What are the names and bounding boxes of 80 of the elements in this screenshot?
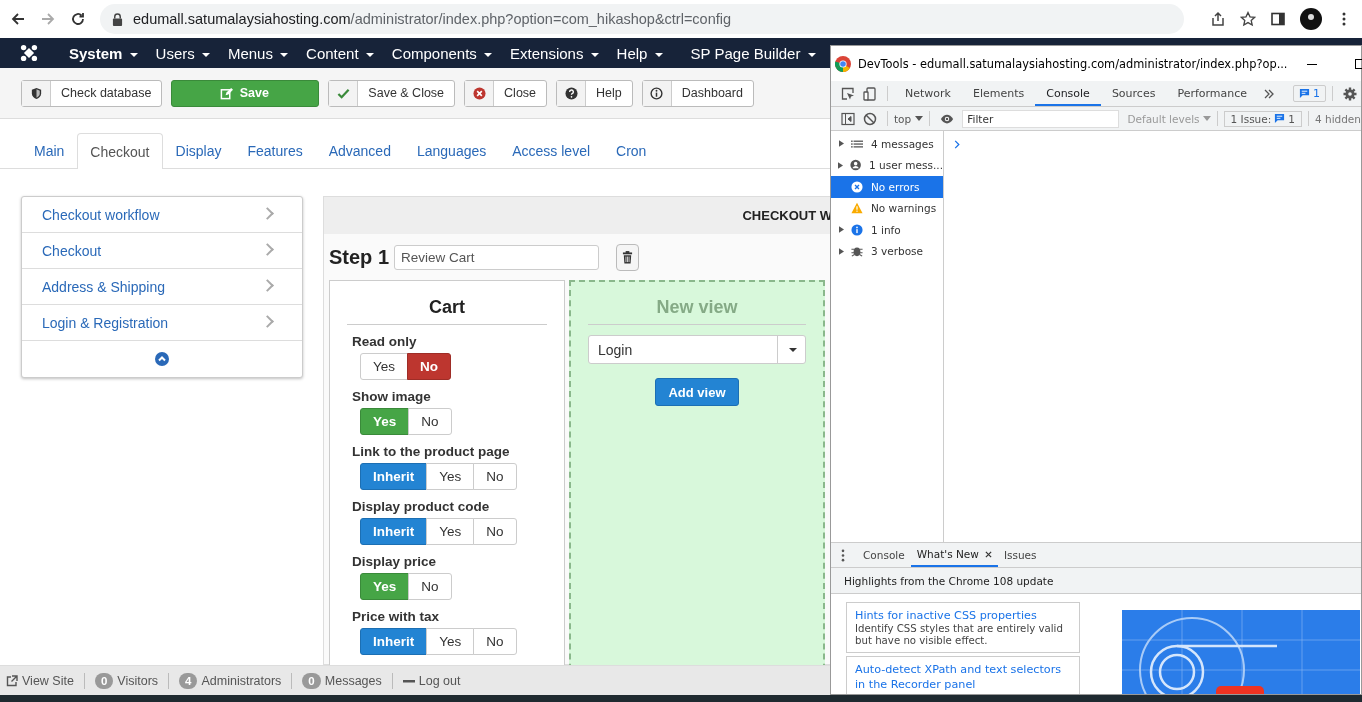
- setting-label: Show image: [352, 389, 432, 405]
- drawer-tab[interactable]: Issues: [997, 543, 1043, 567]
- feature-title[interactable]: Auto-detect XPath and text selectors in the Recorder panel: [855, 661, 1071, 692]
- nav-menu-item[interactable]: Users: [146, 44, 219, 62]
- toolbar-button[interactable]: Close: [464, 79, 548, 107]
- toggle-option[interactable]: No: [408, 573, 452, 600]
- toggle-option[interactable]: No: [473, 518, 517, 545]
- toggle-option[interactable]: No: [473, 463, 517, 490]
- devtools-tab[interactable]: Network: [894, 81, 962, 106]
- toggle-option[interactable]: Inherit: [360, 518, 428, 545]
- devtools-tab[interactable]: Performance: [1166, 81, 1259, 106]
- context-select[interactable]: top: [894, 112, 924, 125]
- toggle-option[interactable]: Inherit: [360, 463, 428, 490]
- sidebar-item[interactable]: Login & Registration: [22, 305, 302, 341]
- view-title: New view: [588, 282, 806, 325]
- setting-label: Display product code: [352, 499, 491, 515]
- tab[interactable]: Features: [234, 133, 316, 168]
- setting-label: Link to the product page: [352, 444, 511, 460]
- drawer-heading: Highlights from the Chrome 108 update: [831, 568, 1361, 594]
- message-filter-item[interactable]: 1 info: [831, 219, 943, 241]
- tab[interactable]: Advanced: [315, 133, 404, 168]
- hidden-count: 4 hidden: [1314, 112, 1361, 125]
- nav-menu-item[interactable]: Help: [607, 44, 672, 62]
- toggle-option[interactable]: Inherit: [360, 628, 428, 655]
- setting-label: Price with tax: [352, 609, 441, 625]
- step-label: Step 1: [329, 246, 390, 269]
- logout-link[interactable]: Log out: [402, 673, 461, 688]
- address-bar[interactable]: edumall.satumalaysiahosting.com/administrator/index.php?option=com_hikashop&ctrl=config: [100, 4, 1184, 34]
- toggle-option[interactable]: Yes: [426, 628, 475, 655]
- toggle-option[interactable]: No: [408, 408, 452, 435]
- message-filter-item[interactable]: No warnings: [831, 197, 943, 219]
- drawer-tab[interactable]: Console: [857, 543, 911, 567]
- nav-menu-item[interactable]: System: [60, 44, 147, 62]
- toolbar-button[interactable]: Check database: [21, 79, 163, 107]
- setting-label: Display price: [352, 554, 438, 570]
- add-view-button[interactable]: Add view: [655, 378, 739, 406]
- toggle-option[interactable]: Yes: [426, 463, 475, 490]
- nav-menu-item[interactable]: Menus: [218, 44, 298, 62]
- nav-menu-item[interactable]: Content: [297, 44, 383, 62]
- toolbar-button[interactable]: Help: [556, 79, 633, 107]
- toolbar-button[interactable]: Save & Close: [328, 79, 456, 107]
- toggle-option[interactable]: No: [473, 628, 517, 655]
- status-link[interactable]: 0 Visitors: [94, 672, 159, 689]
- view-select[interactable]: Login: [588, 335, 806, 364]
- toggle-option[interactable]: Yes: [426, 518, 475, 545]
- nav-menu-item[interactable]: Components: [382, 44, 502, 62]
- devtools-tab[interactable]: Sources: [1100, 81, 1167, 106]
- toggle-option[interactable]: No: [407, 353, 452, 380]
- tab[interactable]: Checkout: [77, 133, 163, 169]
- tab[interactable]: Cron: [603, 133, 660, 168]
- filter-field[interactable]: Filter: [962, 109, 1120, 128]
- tab[interactable]: Access level: [499, 133, 604, 168]
- feature-card[interactable]: Auto-detect XPath and text selectors in the Recorder panel: [846, 655, 1080, 694]
- feature-title[interactable]: Hints for inactive CSS properties: [855, 608, 1071, 624]
- nav-menu-item[interactable]: SP Page Builder: [681, 44, 825, 62]
- sidebar-item[interactable]: Checkout workflow: [22, 197, 302, 233]
- status-link[interactable]: 0 Messages: [302, 672, 382, 689]
- setting-label: Read only: [352, 334, 418, 350]
- feature-card[interactable]: Hints for inactive CSS properties Identify CSS styles that are entirely valid but have no visible effect.: [846, 602, 1080, 653]
- devtools-tab[interactable]: Elements: [961, 81, 1036, 106]
- feature-description: Identify CSS styles that are entirely valid but have no visible effect.: [855, 623, 1064, 647]
- tab[interactable]: Main: [21, 133, 78, 168]
- message-filter-item[interactable]: 4 messages: [831, 133, 943, 155]
- step-name-field[interactable]: Review Cart: [394, 245, 600, 270]
- tab[interactable]: Languages: [403, 133, 500, 168]
- view-site-link[interactable]: View Site: [6, 673, 74, 688]
- issues-badge[interactable]: 1: [1293, 85, 1326, 102]
- sidebar-item[interactable]: Address & Shipping: [22, 269, 302, 305]
- message-filter-item[interactable]: 3 verbose: [831, 240, 943, 262]
- toggle-option[interactable]: Yes: [360, 353, 409, 380]
- message-filter-item[interactable]: No errors: [831, 176, 943, 198]
- window-title: DevTools - edumall.satumalaysiahosting.com/administrator/index.php?op...: [858, 56, 1288, 71]
- message-filter-item[interactable]: 1 user mess...: [831, 154, 943, 176]
- status-link[interactable]: 4 Administrators: [179, 672, 282, 689]
- toolbar-button[interactable]: Dashboard: [641, 79, 754, 107]
- issues-button[interactable]: 1 Issue: 1: [1223, 110, 1302, 127]
- nav-menu-item[interactable]: Extensions: [501, 44, 608, 62]
- tab[interactable]: Display: [162, 133, 235, 168]
- sidebar-item[interactable]: Checkout: [22, 233, 302, 269]
- view-title: Cart: [347, 281, 547, 325]
